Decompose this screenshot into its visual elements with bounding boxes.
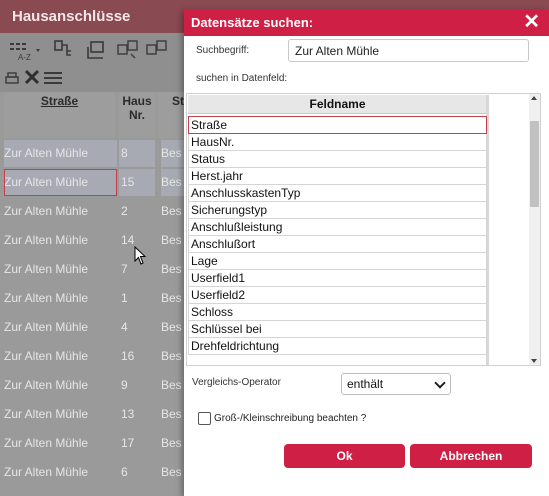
copy-icon[interactable] — [116, 39, 142, 66]
svg-text:A-Z: A-Z — [18, 53, 31, 62]
scroll-up-icon[interactable] — [531, 96, 537, 100]
list-item[interactable]: Straße — [188, 116, 487, 134]
list-item[interactable]: HausNr. — [188, 134, 487, 151]
cell-nr: 8 — [119, 140, 155, 167]
case-sensitive-checkbox[interactable] — [198, 412, 211, 425]
list-item[interactable]: Status — [188, 151, 487, 168]
ok-button[interactable]: Ok — [284, 444, 405, 468]
operator-label: Vergleichs-Operator — [192, 377, 281, 388]
cell-nr: 1 — [121, 291, 128, 305]
cell-street: Zur Alten Mühle — [4, 465, 89, 479]
cell-street: Zur Alten Mühle — [4, 320, 89, 334]
list-item[interactable]: Userfield1 — [188, 270, 487, 287]
cell-street: Zur Alten Mühle — [4, 407, 89, 421]
list-item[interactable]: AnschlusskastenTyp — [188, 185, 487, 202]
search-label: Suchbegriff: — [196, 45, 250, 56]
cell-nr: 2 — [121, 204, 128, 218]
cell-street: Zur Alten Mühle — [4, 436, 89, 450]
cell-street: Zur Alten Mühle — [4, 349, 89, 363]
case-sensitive-label: Groß-/Kleinschreibung beachten ? — [214, 413, 367, 424]
dialog-title: Datensätze suchen: — [191, 15, 314, 30]
cell-street: Zur Alten Mühle — [4, 233, 89, 247]
cell-nr: 15 — [119, 169, 155, 196]
cell-nr: 6 — [121, 465, 128, 479]
mouse-cursor-icon — [134, 246, 147, 265]
grid-icon[interactable] — [44, 71, 62, 90]
column-header-nr[interactable]: Haus Nr. — [119, 92, 155, 138]
operator-select[interactable]: enthält — [341, 373, 451, 395]
list-item[interactable]: Sicherungstyp — [188, 202, 487, 219]
chevron-down-icon — [434, 377, 446, 389]
cell-street: Zur Alten Mühle — [4, 262, 89, 276]
scroll-down-icon[interactable] — [531, 359, 537, 363]
column-header-street[interactable]: Straße — [4, 92, 115, 138]
search-input[interactable] — [288, 39, 529, 62]
search-dialog: Datensätze suchen: ✕ Suchbegriff: suchen… — [184, 9, 549, 496]
cell-nr: 9 — [121, 378, 128, 392]
layer-icon[interactable] — [86, 39, 108, 66]
operator-value: enthält — [347, 377, 384, 391]
cell-street: Zur Alten Mühle — [4, 378, 89, 392]
list-item[interactable]: Userfield2 — [188, 287, 487, 304]
scroll-thumb[interactable] — [530, 121, 539, 207]
sort-az-icon[interactable]: A-Z — [9, 40, 43, 67]
hierarchy-icon[interactable] — [53, 39, 75, 66]
field-list-items: Straße HausNr. Status Herst.jahr Anschlu… — [188, 116, 487, 355]
field-list-header: Feldname — [188, 95, 487, 114]
background-title: Hausanschlüsse — [12, 8, 131, 25]
field-list[interactable]: Feldname Straße HausNr. Status Herst.jah… — [186, 93, 541, 366]
list-item[interactable]: Lage — [188, 253, 487, 270]
close-icon[interactable]: ✕ — [523, 12, 540, 32]
list-item[interactable]: Schlüssel bei — [188, 321, 487, 338]
list-item[interactable]: Schloss — [188, 304, 487, 321]
cell-street: Zur Alten Mühle — [4, 169, 117, 196]
cancel-button[interactable]: Abbrechen — [410, 444, 532, 468]
copy-alt-icon[interactable] — [145, 39, 171, 66]
cell-street: Zur Alten Mühle — [4, 204, 89, 218]
dialog-titlebar: Datensätze suchen: ✕ — [184, 9, 549, 36]
list-item[interactable]: Anschlußleistung — [188, 219, 487, 236]
cell-street: Zur Alten Mühle — [4, 291, 89, 305]
field-label: suchen in Datenfeld: — [196, 73, 288, 84]
print-icon[interactable] — [4, 71, 20, 92]
cell-street: Zur Alten Mühle — [4, 140, 117, 167]
field-list-scrollbar[interactable] — [529, 94, 540, 365]
cell-nr: 4 — [121, 320, 128, 334]
list-item[interactable]: Herst.jahr — [188, 168, 487, 185]
cell-nr: 13 — [121, 407, 135, 421]
list-item[interactable]: Anschlußort — [188, 236, 487, 253]
cell-nr: 17 — [121, 436, 135, 450]
cell-nr: 16 — [121, 349, 135, 363]
excel-icon[interactable] — [24, 69, 40, 90]
list-item[interactable]: Drehfeldrichtung — [188, 338, 487, 355]
